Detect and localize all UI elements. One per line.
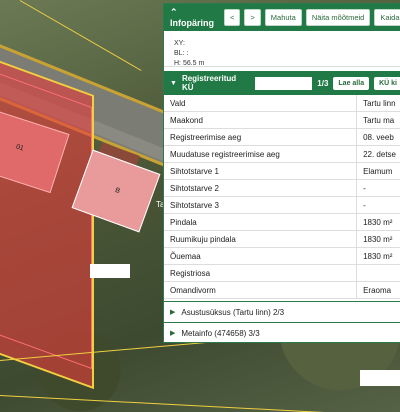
- row-key: Ruumikuju pindala: [164, 230, 358, 248]
- building-label: 01: [14, 143, 25, 153]
- table-row: Registreerimise aeg 08. veeb: [164, 128, 400, 146]
- panel-title: ⌃ Infopäring: [170, 7, 214, 28]
- section-title: Registreeritud KÜ: [181, 74, 237, 92]
- row-key: Vald: [164, 95, 358, 112]
- chevron-right-icon: ▶: [170, 309, 176, 316]
- redacted-box: [360, 370, 400, 386]
- subsection-label: Metainfo (474658) 3/3: [181, 328, 260, 338]
- row-value: 08. veeb: [356, 128, 400, 146]
- next-button[interactable]: >: [244, 9, 261, 26]
- ku-button[interactable]: KÜ ki: [374, 76, 400, 90]
- coordinates: XY: BL: : H: 56.5 m: [164, 31, 400, 67]
- parcel-boundary: [0, 70, 92, 370]
- subsection-asustusuksus[interactable]: ▶ Asustusüksus (Tartu linn) 2/3: [164, 301, 400, 322]
- xy-coord: XY:: [174, 40, 185, 47]
- panel-toolbar: ⌃ Infopäring < > Mahuta Näita mõõtmeid K…: [164, 4, 400, 31]
- row-key: Sihtotstarve 3: [164, 196, 358, 214]
- table-row: Omandivorm Eraoma: [164, 281, 400, 299]
- row-value: Tartu linn: [356, 95, 400, 112]
- subsection-label: Asustusüksus (Tartu linn) 2/3: [181, 307, 285, 317]
- more-button[interactable]: Kaida: [374, 9, 400, 26]
- table-row: Pindala 1830 m²: [164, 213, 400, 231]
- subsection-metainfo[interactable]: ▶ Metainfo (474658) 3/3: [164, 322, 400, 343]
- row-value: Elamum: [356, 162, 400, 180]
- section-header[interactable]: ▼ Registreeritud KÜ 1/3 Lae alla KÜ ki: [164, 71, 400, 95]
- row-key: Maakond: [164, 111, 358, 129]
- fit-button[interactable]: Mahuta: [264, 9, 302, 26]
- table-row: Muudatuse registreerimise aeg 22. detse: [164, 145, 400, 163]
- chevron-right-icon: ▶: [170, 330, 176, 337]
- table-row: Sihtotstarve 3-: [164, 196, 400, 214]
- chevron-down-icon: ▼: [170, 79, 177, 87]
- height-value: H: 56.5 m: [174, 60, 205, 67]
- table-row: Registriosa: [164, 264, 400, 282]
- row-value: [356, 264, 400, 282]
- row-key: Õuemaa: [164, 247, 358, 265]
- row-key: Muudatuse registreerimise aeg: [164, 145, 358, 163]
- row-value: Eraoma: [356, 281, 400, 299]
- row-key: Registriosa: [164, 264, 358, 282]
- row-key: Sihtotstarve 1: [164, 162, 358, 180]
- row-value: -: [356, 196, 400, 214]
- row-key: Registreerimise aeg: [164, 128, 358, 146]
- section-counter: 1/3: [317, 78, 329, 88]
- table-row: Ruumikuju pindala 1830 m²: [164, 230, 400, 248]
- table-row: Sihtotstarve 2-: [164, 179, 400, 197]
- table-row: Sihtotstarve 1 Elamum: [164, 162, 400, 180]
- row-value: 22. detse: [356, 145, 400, 163]
- info-panel: ⌃ Infopäring < > Mahuta Näita mõõtmeid K…: [163, 3, 400, 343]
- redacted-field: [254, 76, 313, 90]
- building-label-b: B: [114, 186, 121, 196]
- row-key: Omandivorm: [164, 281, 358, 299]
- redacted-box: [90, 264, 130, 278]
- prev-button[interactable]: <: [224, 9, 241, 26]
- table-row: Maakond Tartu ma: [164, 111, 400, 129]
- row-value: 1830 m²: [356, 230, 400, 248]
- bl-coord: BL: :: [174, 50, 189, 57]
- parcel-line: [0, 395, 400, 412]
- row-key: Pindala: [164, 213, 358, 231]
- table-row: Õuemaa 1830 m²: [164, 247, 400, 265]
- row-key: Sihtotstarve 2: [164, 179, 358, 197]
- attributes-table: Vald Tartu linn Maakond Tartu ma Registreeri…: [164, 95, 400, 299]
- row-value: 1830 m²: [356, 247, 400, 265]
- show-measurements-button[interactable]: Näita mõõtmeid: [305, 9, 371, 26]
- row-value: -: [356, 179, 400, 197]
- row-value: 1830 m²: [356, 213, 400, 231]
- row-value: Tartu ma: [356, 111, 400, 129]
- table-row: Vald Tartu linn: [164, 95, 400, 112]
- download-button[interactable]: Lae alla: [333, 76, 370, 90]
